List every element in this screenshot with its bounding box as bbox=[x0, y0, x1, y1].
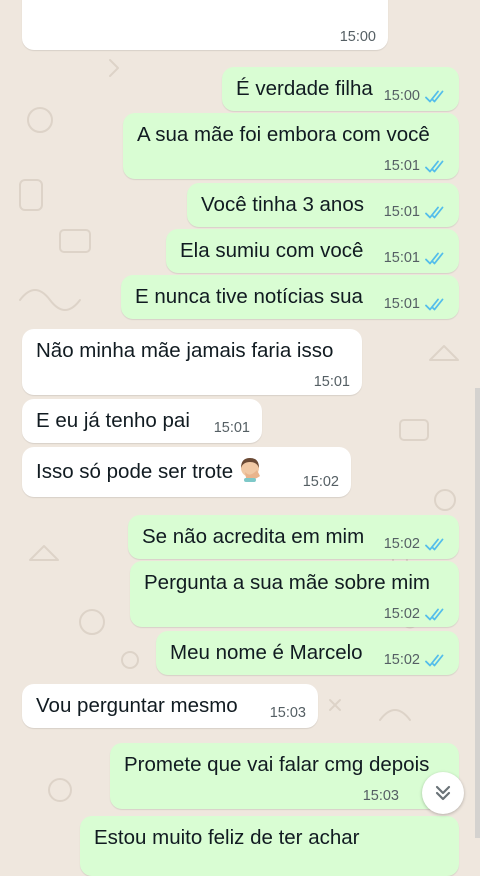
double-check-icon bbox=[425, 90, 444, 102]
message-time: 15:00 bbox=[383, 88, 420, 104]
message-bubble-outgoing[interactable]: Se não acredita em mim 15:02 bbox=[128, 515, 459, 559]
message-bubble-outgoing[interactable]: E nunca tive notícias sua 15:01 bbox=[121, 275, 459, 319]
message-bubble-outgoing[interactable]: Meu nome é Marcelo 15:02 bbox=[156, 631, 459, 675]
message-bubble-incoming[interactable]: Isso só pode ser trote 15:02 bbox=[22, 447, 351, 497]
message-meta: 15:01 bbox=[384, 158, 447, 174]
message-text: Ela sumiu com você bbox=[180, 239, 364, 262]
message-time: 15:01 bbox=[213, 420, 250, 436]
message-meta: 15:01 bbox=[384, 250, 447, 266]
double-check-icon bbox=[425, 160, 444, 172]
message-text: Você tinha 3 anos bbox=[201, 193, 364, 216]
double-chevron-down-icon bbox=[435, 785, 451, 801]
message-text: Se não acredita em mim bbox=[142, 525, 365, 548]
message-bubble-outgoing[interactable]: Promete que vai falar cmg depois 15:03 bbox=[110, 743, 459, 809]
message-meta: 15:01 bbox=[384, 204, 447, 220]
message-text: Estou muito feliz de ter achar bbox=[94, 826, 360, 849]
message-time: 15:02 bbox=[383, 652, 420, 668]
message-time: 15:03 bbox=[362, 788, 399, 804]
message-time: 15:01 bbox=[313, 374, 350, 390]
message-time: 15:00 bbox=[339, 29, 376, 45]
message-text: Vou perguntar mesmo bbox=[36, 694, 238, 717]
message-time: 15:01 bbox=[383, 250, 420, 266]
message-meta: 15:00 bbox=[340, 29, 376, 45]
message-time: 15:03 bbox=[269, 705, 306, 721]
message-bubble-outgoing[interactable]: Ela sumiu com você 15:01 bbox=[166, 229, 459, 273]
message-bubble-outgoing[interactable]: Pergunta a sua mãe sobre mim 15:02 bbox=[130, 561, 459, 627]
message-time: 15:02 bbox=[302, 474, 339, 490]
double-check-icon bbox=[425, 298, 444, 310]
scrollbar[interactable] bbox=[475, 388, 480, 838]
message-text: Meu nome é Marcelo bbox=[170, 641, 363, 664]
message-meta: 15:01 bbox=[314, 374, 350, 390]
message-meta: 15:02 bbox=[303, 474, 339, 490]
message-meta: 15:01 bbox=[214, 420, 250, 436]
message-meta: 15:02 bbox=[384, 606, 447, 622]
message-time: 15:02 bbox=[383, 606, 420, 622]
message-meta: 15:02 bbox=[384, 536, 447, 552]
message-meta: 15:03 bbox=[270, 705, 306, 721]
message-text: Não minha mãe jamais faria isso bbox=[36, 339, 334, 362]
message-text: Promete que vai falar cmg depois bbox=[124, 753, 430, 776]
message-text: Isso só pode ser trote bbox=[36, 456, 263, 485]
message-meta: 15:03 bbox=[363, 788, 399, 804]
message-text: E nunca tive notícias sua bbox=[135, 285, 363, 308]
message-meta: 15:00 bbox=[384, 88, 447, 104]
message-text: A sua mãe foi embora com você bbox=[137, 123, 430, 146]
message-text: É verdade filha bbox=[236, 77, 373, 100]
message-text: Pergunta a sua mãe sobre mim bbox=[144, 571, 430, 594]
double-check-icon bbox=[425, 538, 444, 550]
message-bubble-incoming[interactable]: E eu já tenho pai 15:01 bbox=[22, 399, 262, 443]
woman-facepalming-emoji bbox=[241, 458, 261, 482]
message-time: 15:02 bbox=[383, 536, 420, 552]
message-text: E eu já tenho pai bbox=[36, 409, 190, 432]
double-check-icon bbox=[425, 206, 444, 218]
message-meta: 15:01 bbox=[384, 296, 447, 312]
message-bubble-outgoing[interactable]: A sua mãe foi embora com você 15:01 bbox=[123, 113, 459, 179]
double-check-icon bbox=[425, 252, 444, 264]
message-bubble-incoming[interactable]: Vou perguntar mesmo 15:03 bbox=[22, 684, 318, 728]
message-bubble-outgoing[interactable]: Você tinha 3 anos 15:01 bbox=[187, 183, 459, 227]
double-check-icon bbox=[425, 654, 444, 666]
message-bubble-outgoing[interactable]: Estou muito feliz de ter achar bbox=[80, 816, 459, 876]
message-bubble-incoming[interactable]: Não minha mãe jamais faria isso 15:01 bbox=[22, 329, 362, 395]
double-check-icon bbox=[425, 608, 444, 620]
message-time: 15:01 bbox=[383, 296, 420, 312]
message-time: 15:01 bbox=[383, 158, 420, 174]
message-meta: 15:02 bbox=[384, 652, 447, 668]
scroll-to-bottom-button[interactable] bbox=[422, 772, 464, 814]
message-bubble-outgoing[interactable]: É verdade filha 15:00 bbox=[222, 67, 459, 111]
message-bubble-incoming[interactable]: 15:00 bbox=[22, 0, 388, 50]
message-time: 15:01 bbox=[383, 204, 420, 220]
message-text-content: Isso só pode ser trote bbox=[36, 460, 234, 483]
chat-messages: 15:00 É verdade filha 15:00 A sua mãe fo… bbox=[0, 0, 480, 876]
